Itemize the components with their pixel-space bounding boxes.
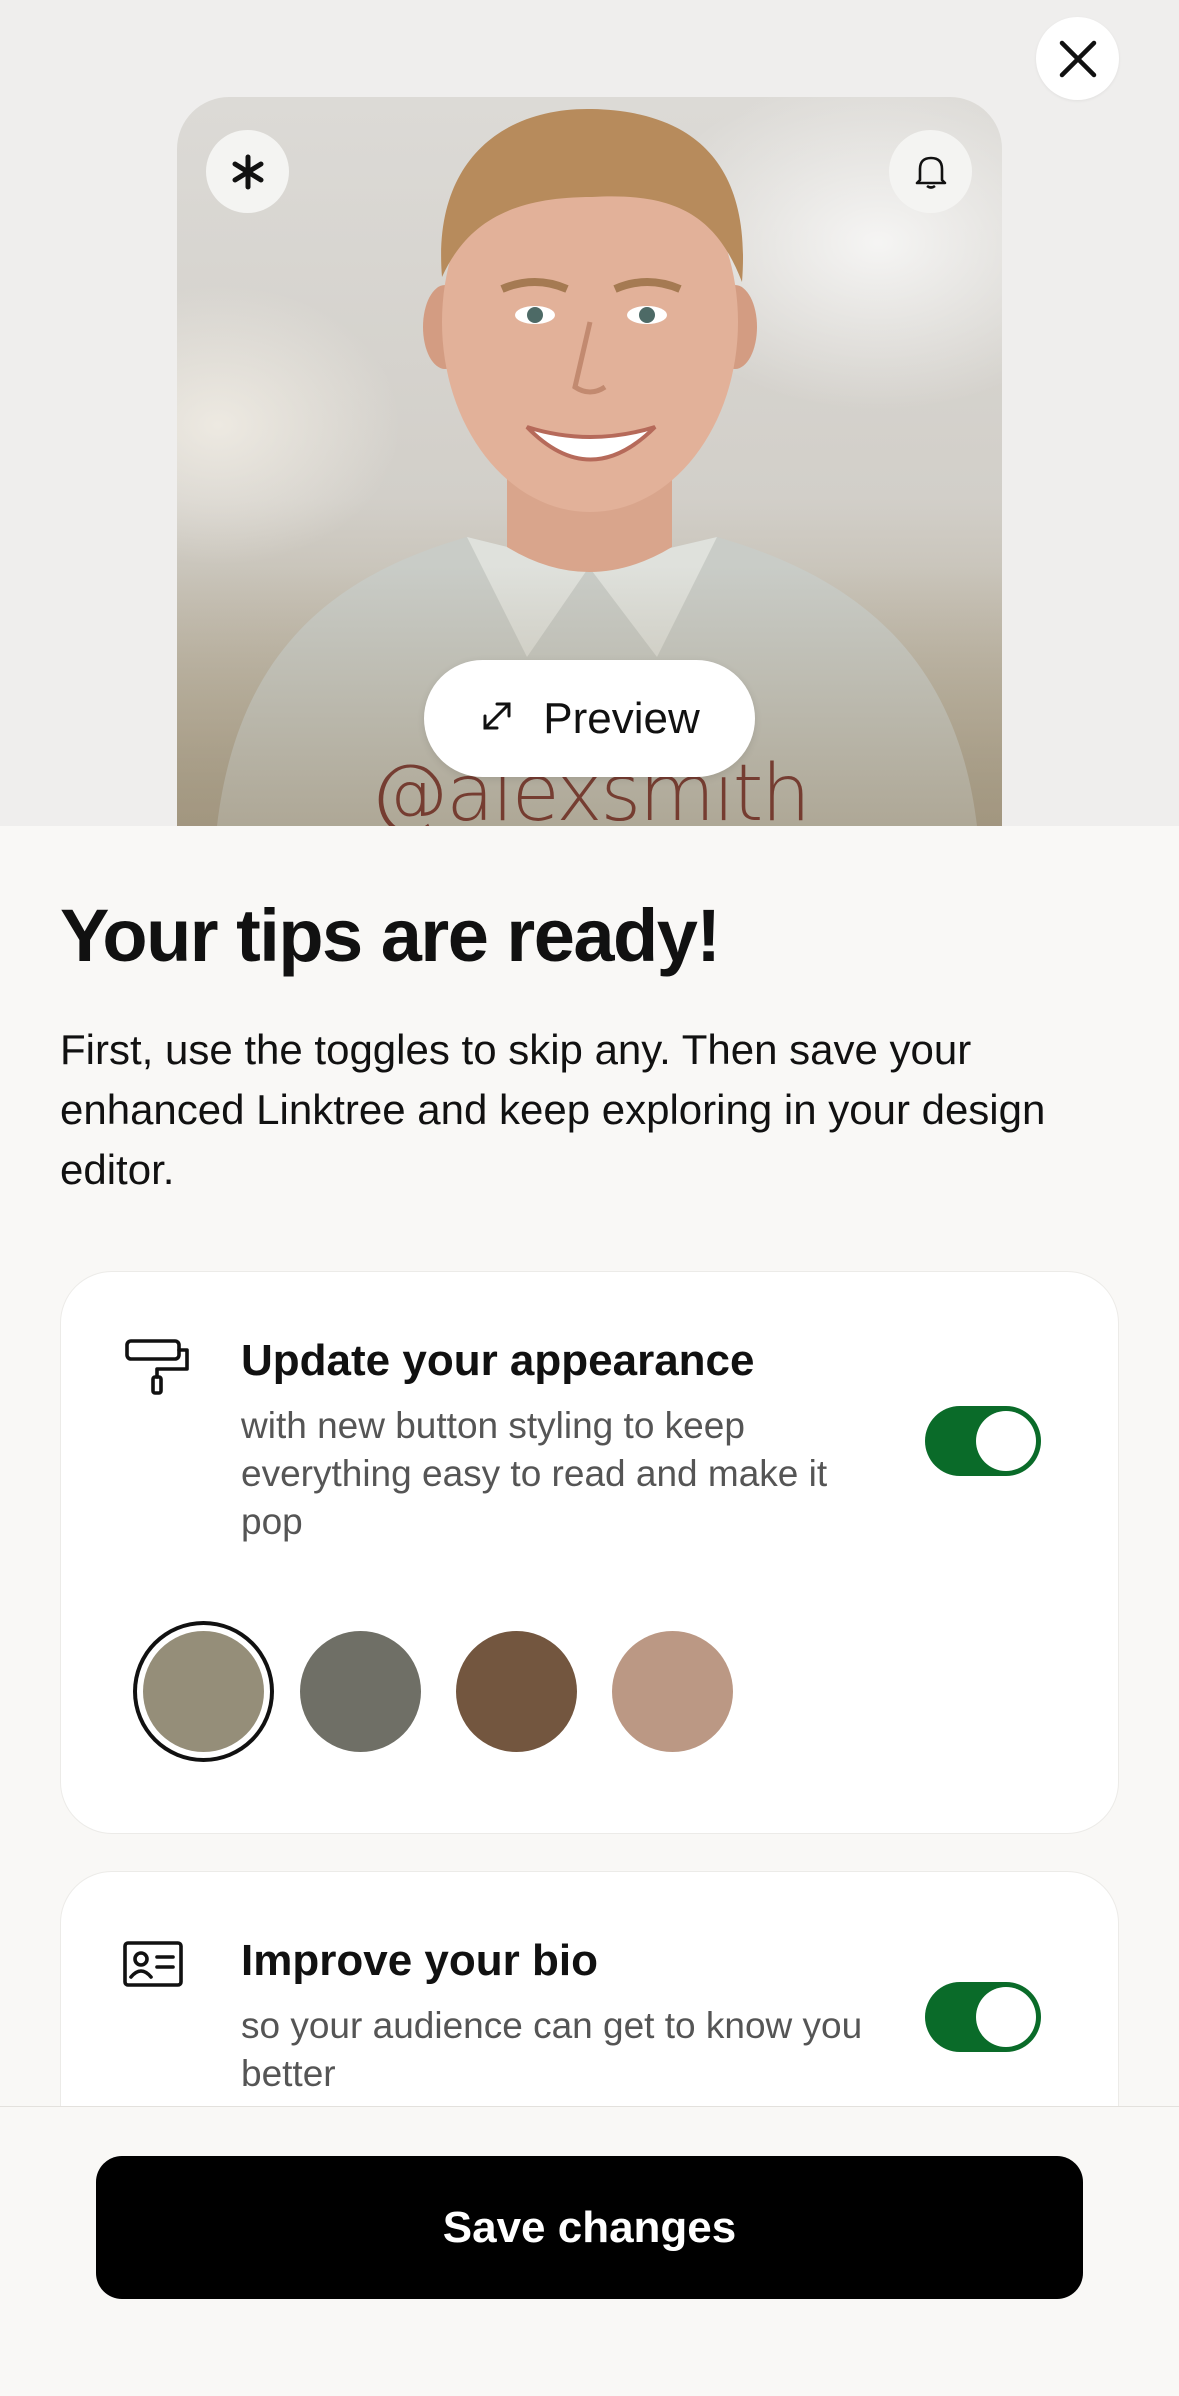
preview-button[interactable]: Preview — [424, 660, 755, 777]
close-button[interactable] — [1036, 17, 1119, 100]
tip-subtitle: with new button styling to keep everythi… — [241, 1405, 828, 1542]
tip-card-appearance: Update your appearance with new button s… — [60, 1271, 1119, 1834]
appearance-toggle[interactable] — [925, 1406, 1041, 1476]
bell-icon — [889, 130, 972, 213]
save-changes-button[interactable]: Save changes — [96, 2156, 1083, 2299]
color-swatch-2[interactable] — [300, 1631, 421, 1752]
tip-title: Improve your bio — [241, 1936, 598, 1985]
id-card-icon — [121, 1937, 185, 1996]
tip-title: Update your appearance — [241, 1336, 755, 1385]
color-swatch-1[interactable] — [143, 1631, 264, 1752]
preview-button-label: Preview — [543, 693, 700, 743]
toggle-knob — [976, 1411, 1036, 1471]
preview-area: @alexsmith Preview — [0, 0, 1179, 826]
color-swatch-3[interactable] — [456, 1631, 577, 1752]
paint-roller-icon — [121, 1337, 191, 1402]
bottom-action-bar: Save changes — [0, 2106, 1179, 2396]
page-description: First, use the toggles to skip any. Then… — [60, 1026, 1046, 1193]
close-icon — [1059, 40, 1096, 77]
linktree-logo-icon — [206, 130, 289, 213]
expand-icon — [479, 698, 515, 739]
color-swatch-4[interactable] — [612, 1631, 733, 1752]
bio-toggle[interactable] — [925, 1982, 1041, 2052]
tip-subtitle: so your audience can get to know you bet… — [241, 2005, 863, 2094]
toggle-knob — [976, 1987, 1036, 2047]
page-title: Your tips are ready! — [60, 894, 721, 977]
